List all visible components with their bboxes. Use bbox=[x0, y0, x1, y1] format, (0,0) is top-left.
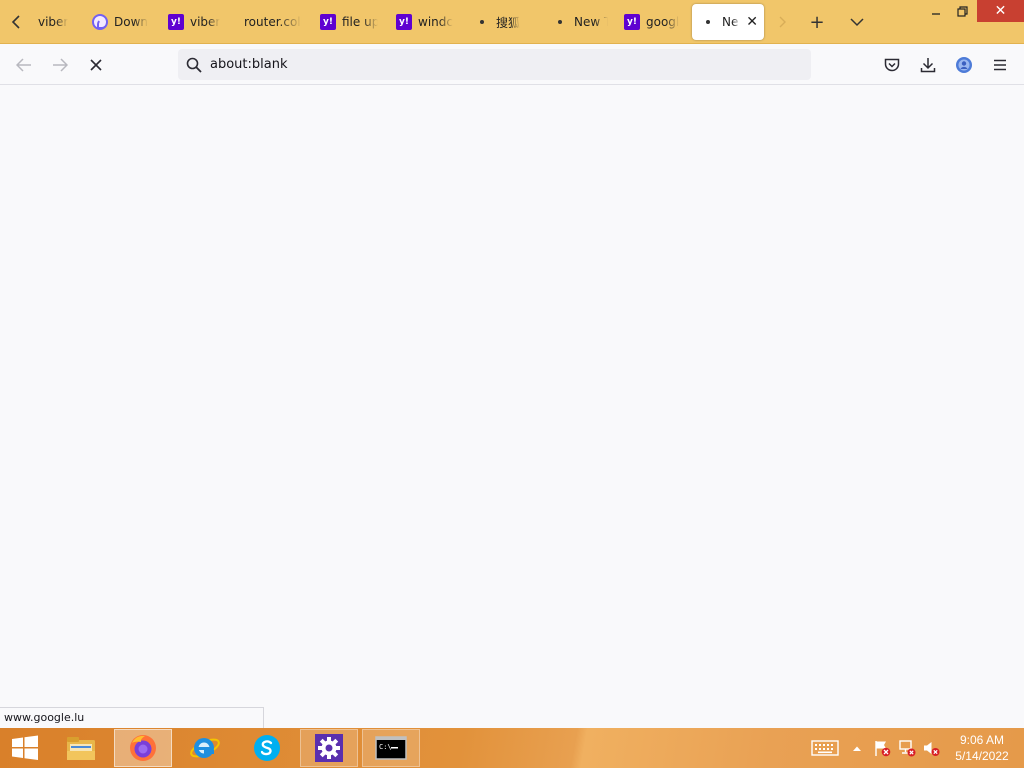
viber-icon bbox=[92, 14, 108, 30]
yahoo-icon: y! bbox=[320, 14, 336, 30]
forward-button[interactable] bbox=[45, 50, 75, 80]
list-all-tabs-button[interactable] bbox=[843, 8, 871, 36]
tab-windows[interactable]: y! windc bbox=[388, 4, 460, 40]
yahoo-icon: y! bbox=[168, 14, 184, 30]
hamburger-menu-icon bbox=[994, 59, 1006, 71]
close-tab-icon[interactable]: ✕ bbox=[746, 14, 758, 30]
action-center-button[interactable] bbox=[872, 738, 892, 758]
tab-router[interactable]: router.coll bbox=[236, 4, 308, 40]
plus-icon: + bbox=[809, 11, 825, 33]
tab-title: New T bbox=[574, 15, 608, 29]
volume-muted-icon bbox=[924, 742, 940, 756]
tab-title: windc bbox=[418, 15, 453, 29]
internet-explorer-icon bbox=[190, 738, 220, 758]
chevron-right-icon bbox=[779, 16, 786, 28]
skype-icon bbox=[254, 735, 280, 761]
chevron-up-icon bbox=[853, 746, 861, 751]
scroll-tabs-left-button[interactable] bbox=[0, 0, 32, 44]
tab-viber[interactable]: viber bbox=[30, 4, 88, 40]
dot-icon bbox=[700, 14, 716, 30]
taskbar-internet-explorer[interactable] bbox=[176, 729, 234, 767]
system-clock[interactable]: 9:06 AM 5/14/2022 bbox=[946, 732, 1018, 764]
yahoo-icon: y! bbox=[396, 14, 412, 30]
page-content-blank bbox=[0, 85, 1024, 728]
url-bar[interactable] bbox=[178, 49, 811, 80]
tab-download[interactable]: Down bbox=[84, 4, 154, 40]
volume-button[interactable] bbox=[921, 738, 941, 758]
taskbar-file-explorer[interactable] bbox=[52, 729, 110, 767]
chevron-down-icon bbox=[850, 17, 864, 26]
search-icon bbox=[186, 57, 202, 73]
tab-title: viber bbox=[190, 15, 221, 29]
network-error-icon bbox=[899, 740, 916, 757]
arrow-left-icon bbox=[16, 58, 31, 72]
clock-time: 9:06 AM bbox=[959, 733, 1005, 747]
network-button[interactable] bbox=[897, 738, 917, 758]
start-icon bbox=[12, 735, 38, 760]
yahoo-icon: y! bbox=[624, 14, 640, 30]
stop-loading-button[interactable] bbox=[81, 50, 111, 80]
file-explorer-icon bbox=[67, 737, 95, 760]
tab-strip: viber Down y! viber router.coll y! file … bbox=[0, 0, 1024, 44]
account-avatar-icon bbox=[956, 57, 972, 73]
taskbar-firefox[interactable] bbox=[114, 729, 172, 767]
close-icon: ✕ bbox=[994, 3, 1007, 19]
windows-taskbar: C:\ 9:06 AM 5/14/2022 bbox=[0, 728, 1024, 768]
tab-title: viber bbox=[38, 15, 69, 29]
pocket-icon bbox=[884, 58, 900, 71]
minimize-icon bbox=[932, 13, 940, 15]
restore-button[interactable] bbox=[946, 0, 978, 22]
touch-keyboard-button[interactable] bbox=[810, 738, 840, 758]
arrow-right-icon bbox=[53, 58, 68, 72]
start-button[interactable] bbox=[0, 729, 50, 767]
restore-icon bbox=[956, 5, 968, 17]
clock-date: 5/14/2022 bbox=[955, 749, 1009, 763]
tab-google[interactable]: y! googl bbox=[616, 4, 688, 40]
tab-title: router.coll bbox=[244, 15, 302, 29]
stop-x-icon bbox=[90, 59, 102, 71]
taskbar-settings[interactable] bbox=[300, 729, 358, 767]
tab-sohu[interactable]: 搜狐 bbox=[466, 4, 538, 40]
scroll-tabs-right-button[interactable] bbox=[766, 0, 798, 44]
settings-icon bbox=[315, 734, 343, 762]
tab-title: file up bbox=[342, 15, 378, 29]
new-tab-button[interactable]: + bbox=[803, 8, 831, 36]
keyboard-icon bbox=[811, 740, 839, 756]
close-window-button[interactable]: ✕ bbox=[977, 0, 1024, 22]
app-menu-button[interactable] bbox=[985, 50, 1015, 80]
pocket-button[interactable] bbox=[877, 50, 907, 80]
dot-icon bbox=[552, 14, 568, 30]
command-prompt-icon: C:\ bbox=[375, 736, 407, 760]
navigation-toolbar bbox=[0, 44, 1024, 85]
tab-title: googl bbox=[646, 15, 680, 29]
tab-viber-yahoo[interactable]: y! viber bbox=[160, 4, 230, 40]
cmd-glyph: C:\ bbox=[379, 743, 392, 751]
download-icon bbox=[920, 58, 936, 73]
tab-new-tab[interactable]: New T bbox=[544, 4, 614, 40]
tab-file-upload[interactable]: y! file up bbox=[312, 4, 384, 40]
downloads-button[interactable] bbox=[913, 50, 943, 80]
show-hidden-icons-button[interactable] bbox=[850, 738, 864, 758]
tab-title: 搜狐 bbox=[496, 15, 521, 30]
dot-icon bbox=[474, 14, 490, 30]
url-input[interactable] bbox=[210, 57, 770, 72]
account-button[interactable] bbox=[949, 50, 979, 80]
tab-title: Ne bbox=[722, 15, 739, 29]
back-button[interactable] bbox=[9, 50, 39, 80]
tab-active-new-tab[interactable]: Ne ✕ bbox=[692, 4, 764, 40]
flag-error-icon bbox=[875, 741, 891, 757]
taskbar-command-prompt[interactable]: C:\ bbox=[362, 729, 420, 767]
tab-title: Down bbox=[114, 15, 148, 29]
status-link-preview: www.google.lu bbox=[0, 707, 264, 728]
chevron-left-icon bbox=[11, 15, 20, 29]
taskbar-skype[interactable] bbox=[238, 729, 296, 767]
firefox-icon bbox=[130, 735, 156, 761]
